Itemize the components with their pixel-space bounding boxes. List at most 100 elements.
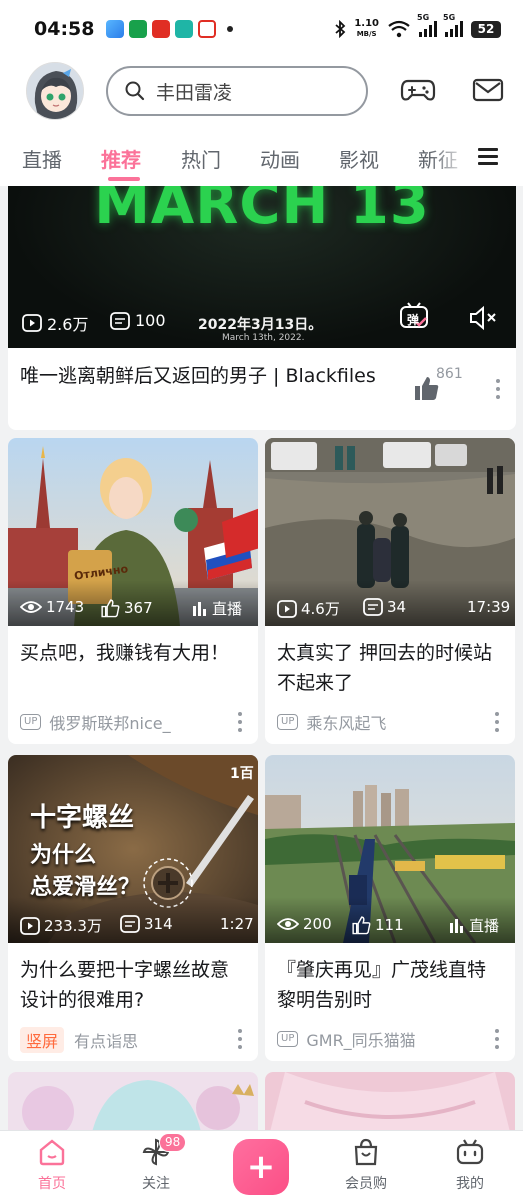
battery-indicator: 52 [471,20,501,38]
upload-button[interactable]: + [233,1139,289,1195]
more-options-icon[interactable] [494,1029,500,1049]
video-title[interactable]: 『肇庆再见』广茂线直特黎明告别时 [277,955,503,1015]
tab-recommend[interactable]: 推荐 [101,144,141,173]
video-feed: MARCH 13 2022年3月13日。 March 13th, 2022. 2… [0,186,523,1130]
danmaku-toggle[interactable]: 弹 [398,300,430,332]
cover-corner-logo: 1百 [230,766,254,782]
search-box[interactable]: 丰田雷凌 [106,66,368,116]
video-card[interactable]: 4.6万 34 17:39 太真实了 押回去的时候站不起来了 UP 乘东风起飞 [265,438,515,744]
comment-count: 34 [363,598,406,616]
tab-fade [430,128,470,186]
like-count: 861 [436,366,463,382]
news-app-icon [198,20,217,38]
more-options-icon[interactable] [237,1029,243,1049]
author-name: 有点诣思 [74,1032,139,1051]
play-count-icon [22,314,42,332]
like-button[interactable]: 861 [412,364,472,404]
nav-home[interactable]: 首页 [17,1137,87,1193]
comment-icon [120,915,140,933]
nav-following-label: 关注 [142,1176,170,1192]
video-card[interactable]: 十字螺丝 为什么 总爱滑丝？ 1百 233.3万 314 1:27 为什么要把十… [8,755,258,1061]
video-cover[interactable]: 4.6万 34 17:39 [265,438,515,626]
status-time: 04:58 [34,18,95,40]
bottom-navigation: 首页 98 关注 + 会员购 我的 [0,1130,523,1200]
network-speed: 1.10 MB/S [354,18,379,39]
home-icon [39,1139,65,1166]
comment-icon [363,598,383,616]
video-cover[interactable]: 十字螺丝 为什么 总爱滑丝？ 1百 233.3万 314 1:27 [8,755,258,943]
nav-vip-shop-label: 会员购 [345,1176,387,1192]
video-card[interactable]: Отлично 1743 367 直播 买点吧，我赚钱有大用！ UP 俄罗斯联邦… [8,438,258,744]
wifi-icon [388,20,410,38]
author-name: 乘东风起飞 [306,714,387,733]
author-name: GMR_同乐猫猫 [306,1031,416,1050]
up-badge: UP [20,714,42,730]
video-card[interactable] [265,1072,515,1130]
view-count: 200 [277,915,332,933]
mute-button[interactable] [468,304,500,332]
video-card[interactable]: 200 111 直播 『肇庆再见』广茂线直特黎明告别时 UP GMR_同乐猫猫 [265,755,515,1061]
video-title[interactable]: 太真实了 押回去的时候站不起来了 [277,638,503,698]
tab-movies[interactable]: 影视 [339,144,379,173]
play-count-icon [277,599,297,618]
shopping-app-icon [175,20,194,38]
cover-line-1: 十字螺丝 [30,803,135,833]
more-options-icon[interactable] [495,379,501,399]
bluetooth-icon [335,20,346,38]
video-cover[interactable] [265,1072,515,1130]
video-author[interactable]: UP GMR_同乐猫猫 [277,1027,416,1051]
pinduoduo-app-icon [152,20,171,38]
user-avatar[interactable] [26,62,84,120]
comment-icon [110,311,130,330]
video-cover[interactable]: MARCH 13 2022年3月13日。 March 13th, 2022. 2… [8,186,516,348]
video-author[interactable]: UP 乘东风起飞 [277,710,386,734]
search-icon [125,81,145,101]
sheets-app-icon [129,20,148,38]
tv-icon [456,1139,484,1165]
mail-icon[interactable] [470,72,506,108]
channel-tabs: 直播 推荐 热门 动画 影视 新征 [0,128,523,186]
nav-following[interactable]: 98 关注 [121,1133,191,1193]
video-title[interactable]: 唯一逃离朝鲜后又返回的男子 | Blackfiles [20,362,400,390]
nav-profile[interactable]: 我的 [435,1137,505,1193]
up-badge: UP [277,1031,299,1047]
gallery-app-icon [106,20,125,38]
video-author[interactable]: 竖屏 有点诣思 [20,1027,138,1053]
more-options-icon[interactable] [237,712,243,732]
cell-signal-2: 5G [443,13,463,37]
video-cover[interactable] [8,1072,258,1130]
nav-home-label: 首页 [38,1176,66,1192]
live-bars-icon [450,918,463,933]
video-duration: 1:27 [220,915,254,933]
mute-icon [470,305,496,331]
nav-profile-label: 我的 [456,1176,484,1192]
tab-anime[interactable]: 动画 [260,144,300,173]
notification-icons [106,20,234,38]
tab-live[interactable]: 直播 [22,144,62,173]
menu-icon[interactable] [478,148,498,166]
video-cover[interactable]: Отлично 1743 367 直播 [8,438,258,626]
nav-vip-shop[interactable]: 会员购 [331,1137,401,1193]
thumbs-up-icon [352,916,371,935]
search-text: 丰田雷凌 [156,81,233,104]
cover-date-cn: 2022年3月13日。 [198,317,323,333]
video-card[interactable] [8,1072,258,1130]
tab-hot[interactable]: 热门 [181,144,221,173]
play-count-icon [20,916,40,935]
thumbs-up-icon [101,599,120,618]
video-title[interactable]: 买点吧，我赚钱有大用！ [20,638,246,668]
video-duration: 17:39 [467,598,511,616]
cell-signal-1: 5G [417,13,437,37]
live-indicator: 直播 [192,598,242,619]
video-cover[interactable]: 200 111 直播 [265,755,515,943]
notification-badge: 98 [159,1133,187,1152]
like-count: 367 [100,598,153,618]
like-count: 111 [351,915,404,935]
video-author[interactable]: UP 俄罗斯联邦nice_ [20,710,171,734]
game-controller-icon[interactable] [400,72,436,108]
featured-video-card[interactable]: MARCH 13 2022年3月13日。 March 13th, 2022. 2… [8,186,516,430]
video-title[interactable]: 为什么要把十字螺丝故意设计的很难用? [20,955,246,1015]
live-indicator: 直播 [449,915,499,936]
view-count: 233.3万 [20,915,102,936]
more-options-icon[interactable] [494,712,500,732]
